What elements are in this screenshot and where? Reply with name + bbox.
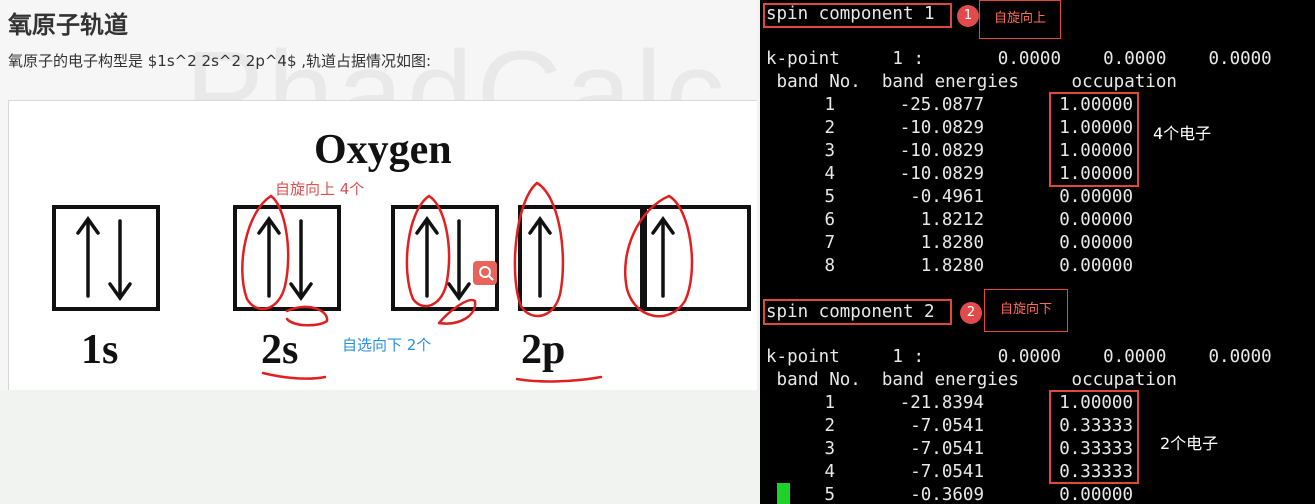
image-search-button[interactable] — [473, 261, 497, 285]
orbital-label-2s: 2s — [261, 327, 299, 373]
occupation: 0.00000 — [1059, 485, 1133, 504]
ink-circle-2p3-up — [624, 194, 694, 318]
spin2-tag: 自旋向下 — [984, 289, 1068, 332]
figure-title: Oxygen — [314, 127, 452, 173]
occupation: 0.00000 — [1059, 233, 1133, 253]
orbital-label-2p: 2p — [521, 327, 566, 373]
spin1-header-box — [763, 3, 952, 28]
article-intro: 氧原子的电子构型是 $1s^2 2s^2 2p^4$ ,轨道占据情况如图: — [8, 52, 432, 70]
article-title: 氧原子轨道 — [8, 11, 128, 39]
orbital-box-1s — [52, 205, 160, 311]
spin1-electron-count: 4个电子 — [1153, 124, 1212, 143]
ink-circle-2s-up — [241, 194, 290, 311]
spin1-columns: band No. band energies occupation — [766, 72, 1177, 92]
occupation: 0.00000 — [1059, 187, 1133, 207]
ink-underline-2p — [515, 375, 603, 383]
annotation-spin-down: 自选向下 2个 — [342, 336, 432, 354]
spin1-tag: 自旋向上 — [979, 0, 1061, 39]
spin2-electron-count: 2个电子 — [1160, 434, 1219, 453]
spin1-kpoint: k-point 1 : 0.0000 0.0000 0.0000 — [766, 49, 1272, 69]
spin2-badge: 2 — [960, 302, 982, 324]
terminal-cursor — [777, 483, 790, 504]
ink-oval-2p-down — [437, 298, 477, 325]
occupation: 0.00000 — [1059, 256, 1133, 276]
spin2-columns: band No. band energies occupation — [766, 370, 1177, 390]
orbital-label-1s: 1s — [81, 327, 119, 373]
spin2-kpoint: k-point 1 : 0.0000 0.0000 0.0000 — [766, 347, 1272, 367]
spin2-header-box — [763, 299, 952, 325]
terminal-panel[interactable]: spin component 1 1 自旋向上 k-point 1 : 0.00… — [760, 0, 1315, 504]
article-panel: PhadCalc 氧原子轨道 氧原子的电子构型是 $1s^2 2s^2 2p^4… — [0, 0, 757, 390]
spin2-occupation-box — [1049, 390, 1139, 484]
oxygen-orbital-figure: Oxygen 1s 2s 2p 自旋向上 4个 自选向下 2个 — [8, 100, 757, 390]
spin1-badge: 1 — [957, 5, 979, 27]
annotation-spin-up: 自旋向上 4个 — [275, 180, 365, 198]
occupation: 0.00000 — [1059, 210, 1133, 230]
spin1-occupation-box — [1049, 92, 1139, 187]
